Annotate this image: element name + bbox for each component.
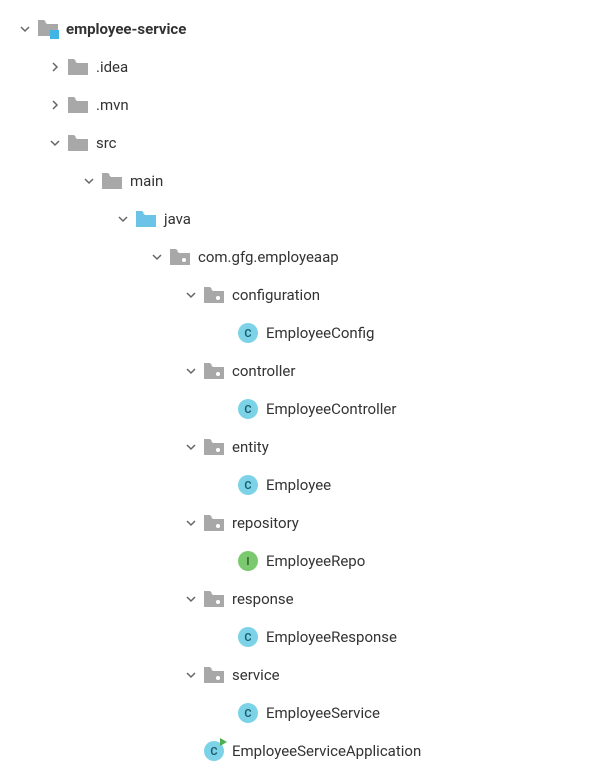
module-icon bbox=[38, 19, 58, 39]
folder-icon bbox=[68, 133, 88, 153]
java-class-icon: C bbox=[238, 703, 258, 723]
node-label: EmployeeConfig bbox=[266, 324, 374, 342]
java-class-icon: C bbox=[238, 399, 258, 419]
folder-icon bbox=[68, 57, 88, 77]
node-label: repository bbox=[232, 514, 299, 532]
chevron-down-icon[interactable] bbox=[184, 440, 198, 454]
tree-node-response[interactable]: response bbox=[0, 580, 610, 618]
tree-node-idea[interactable]: .idea bbox=[0, 48, 610, 86]
folder-icon bbox=[68, 95, 88, 115]
tree-node-service[interactable]: service bbox=[0, 656, 610, 694]
java-class-icon: C bbox=[238, 323, 258, 343]
node-label: configuration bbox=[232, 286, 320, 304]
tree-node-employee-config[interactable]: C EmployeeConfig bbox=[0, 314, 610, 352]
java-main-class-icon: C bbox=[204, 741, 224, 761]
package-icon bbox=[204, 285, 224, 305]
node-label: EmployeeService bbox=[266, 704, 380, 722]
package-icon bbox=[204, 437, 224, 457]
node-label: EmployeeRepo bbox=[266, 552, 365, 570]
chevron-down-icon[interactable] bbox=[184, 288, 198, 302]
chevron-down-icon[interactable] bbox=[18, 22, 32, 36]
tree-node-entity[interactable]: entity bbox=[0, 428, 610, 466]
tree-node-controller[interactable]: controller bbox=[0, 352, 610, 390]
chevron-right-icon[interactable] bbox=[48, 60, 62, 74]
node-label: entity bbox=[232, 438, 269, 456]
node-label: EmployeeResponse bbox=[266, 628, 397, 646]
node-label: com.gfg.employeaap bbox=[198, 248, 339, 266]
tree-node-employee-controller[interactable]: C EmployeeController bbox=[0, 390, 610, 428]
tree-node-package[interactable]: com.gfg.employeaap bbox=[0, 238, 610, 276]
node-label: main bbox=[130, 172, 163, 190]
tree-node-employee-response[interactable]: C EmployeeResponse bbox=[0, 618, 610, 656]
chevron-down-icon[interactable] bbox=[150, 250, 164, 264]
tree-node-repository[interactable]: repository bbox=[0, 504, 610, 542]
node-label: controller bbox=[232, 362, 295, 380]
package-icon bbox=[204, 589, 224, 609]
java-interface-icon: I bbox=[238, 551, 258, 571]
node-label: .mvn bbox=[96, 96, 129, 114]
tree-node-employee[interactable]: C Employee bbox=[0, 466, 610, 504]
package-icon bbox=[170, 247, 190, 267]
tree-node-root[interactable]: employee-service bbox=[0, 10, 610, 48]
tree-node-employee-repo[interactable]: I EmployeeRepo bbox=[0, 542, 610, 580]
chevron-down-icon[interactable] bbox=[184, 364, 198, 378]
node-label: employee-service bbox=[66, 20, 186, 38]
chevron-down-icon[interactable] bbox=[184, 592, 198, 606]
node-label: EmployeeController bbox=[266, 400, 396, 418]
project-tree: employee-service .idea .mvn src bbox=[0, 10, 610, 770]
chevron-down-icon[interactable] bbox=[82, 174, 96, 188]
chevron-down-icon[interactable] bbox=[184, 668, 198, 682]
chevron-down-icon[interactable] bbox=[116, 212, 130, 226]
node-label: .idea bbox=[96, 58, 128, 76]
node-label: Employee bbox=[266, 476, 331, 494]
source-folder-icon bbox=[136, 209, 156, 229]
node-label: EmployeeServiceApplication bbox=[232, 742, 421, 760]
tree-node-employee-service-application[interactable]: C EmployeeServiceApplication bbox=[0, 732, 610, 770]
package-icon bbox=[204, 665, 224, 685]
package-icon bbox=[204, 361, 224, 381]
tree-node-src[interactable]: src bbox=[0, 124, 610, 162]
folder-icon bbox=[102, 171, 122, 191]
java-class-icon: C bbox=[238, 627, 258, 647]
package-icon bbox=[204, 513, 224, 533]
node-label: java bbox=[164, 210, 191, 228]
node-label: response bbox=[232, 590, 294, 608]
java-class-icon: C bbox=[238, 475, 258, 495]
node-label: src bbox=[96, 134, 117, 152]
tree-node-configuration[interactable]: configuration bbox=[0, 276, 610, 314]
tree-node-main[interactable]: main bbox=[0, 162, 610, 200]
tree-node-employee-service[interactable]: C EmployeeService bbox=[0, 694, 610, 732]
node-label: service bbox=[232, 666, 280, 684]
tree-node-mvn[interactable]: .mvn bbox=[0, 86, 610, 124]
chevron-down-icon[interactable] bbox=[184, 516, 198, 530]
chevron-right-icon[interactable] bbox=[48, 98, 62, 112]
tree-node-java[interactable]: java bbox=[0, 200, 610, 238]
chevron-down-icon[interactable] bbox=[48, 136, 62, 150]
